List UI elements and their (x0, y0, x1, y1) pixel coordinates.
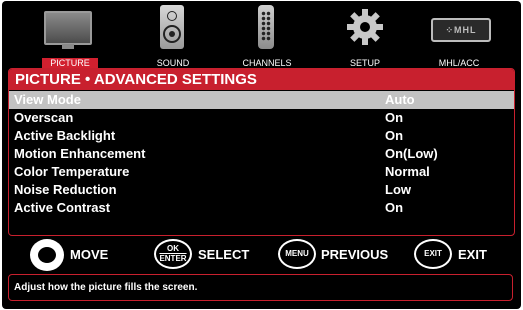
setting-value: On (385, 200, 404, 215)
setting-row-noise-reduction[interactable]: Noise Reduction Low (9, 181, 514, 199)
menu-key-icon: MENU (278, 239, 316, 269)
setting-label: Noise Reduction (14, 182, 117, 197)
setting-value: Auto (385, 92, 415, 107)
legend-previous-label: PREVIOUS (321, 247, 389, 262)
ok-key-label: OK (167, 244, 179, 253)
setting-value: Normal (385, 164, 430, 179)
nav-item-mhl[interactable]: ⁘MHL MHL/ACC (419, 1, 499, 69)
nav-item-sound[interactable]: SOUND (133, 1, 213, 69)
enter-key-label: ENTER (159, 254, 187, 263)
tv-menu-screen: PICTURE SOUND CHANNELS SETUP ⁘MHL MHL/AC… (2, 1, 521, 309)
speaker-icon (160, 5, 184, 49)
legend-move: MOVE (30, 238, 140, 272)
setting-label: Color Temperature (14, 164, 130, 179)
monitor-icon (44, 11, 92, 49)
nav-item-channels[interactable]: CHANNELS (227, 1, 307, 69)
legend-move-label: MOVE (70, 247, 109, 262)
gear-icon (345, 7, 385, 47)
exit-key-label: EXIT (424, 249, 442, 258)
setting-row-view-mode[interactable]: View Mode Auto (9, 91, 514, 109)
setting-row-active-backlight[interactable]: Active Backlight On (9, 127, 514, 145)
mhl-icon: ⁘MHL (431, 18, 491, 42)
legend-exit: EXIT EXIT (414, 238, 504, 272)
setting-row-motion-enhancement[interactable]: Motion Enhancement On(Low) (9, 145, 514, 163)
help-text-bar: Adjust how the picture fills the screen. (8, 274, 513, 301)
nav-item-picture[interactable]: PICTURE (30, 1, 110, 69)
setting-value: On(Low) (385, 146, 438, 161)
setting-row-active-contrast[interactable]: Active Contrast On (9, 199, 514, 217)
remote-icon (258, 5, 274, 49)
setting-value: Low (385, 182, 411, 197)
exit-key-icon: EXIT (414, 239, 452, 269)
setting-label: Overscan (14, 110, 74, 125)
nav-label-picture: PICTURE (42, 58, 98, 68)
legend-exit-label: EXIT (458, 247, 487, 262)
settings-list: View Mode Auto Overscan On Active Backli… (9, 91, 514, 217)
setting-label: Motion Enhancement (14, 146, 146, 161)
dpad-icon (30, 239, 64, 271)
setting-row-overscan[interactable]: Overscan On (9, 109, 514, 127)
setting-value: On (385, 110, 404, 125)
top-navigation: PICTURE SOUND CHANNELS SETUP ⁘MHL MHL/AC… (2, 1, 521, 69)
help-text: Adjust how the picture fills the screen. (14, 282, 198, 293)
settings-panel: PICTURE • ADVANCED SETTINGS View Mode Au… (8, 68, 515, 236)
panel-title: PICTURE • ADVANCED SETTINGS (9, 69, 514, 90)
setting-label: View Mode (14, 92, 81, 107)
ok-enter-key-icon: OK ENTER (154, 239, 192, 269)
nav-item-setup[interactable]: SETUP (325, 1, 405, 69)
setting-row-color-temperature[interactable]: Color Temperature Normal (9, 163, 514, 181)
setting-label: Active Contrast (14, 200, 111, 215)
control-legend: MOVE OK ENTER SELECT MENU PREVIOUS EXIT … (2, 238, 521, 272)
legend-select-label: SELECT (198, 247, 250, 262)
setting-value: On (385, 128, 404, 143)
setting-label: Active Backlight (14, 128, 116, 143)
legend-previous: MENU PREVIOUS (278, 238, 398, 272)
legend-select: OK ENTER SELECT (154, 238, 264, 272)
menu-key-label: MENU (285, 249, 309, 258)
